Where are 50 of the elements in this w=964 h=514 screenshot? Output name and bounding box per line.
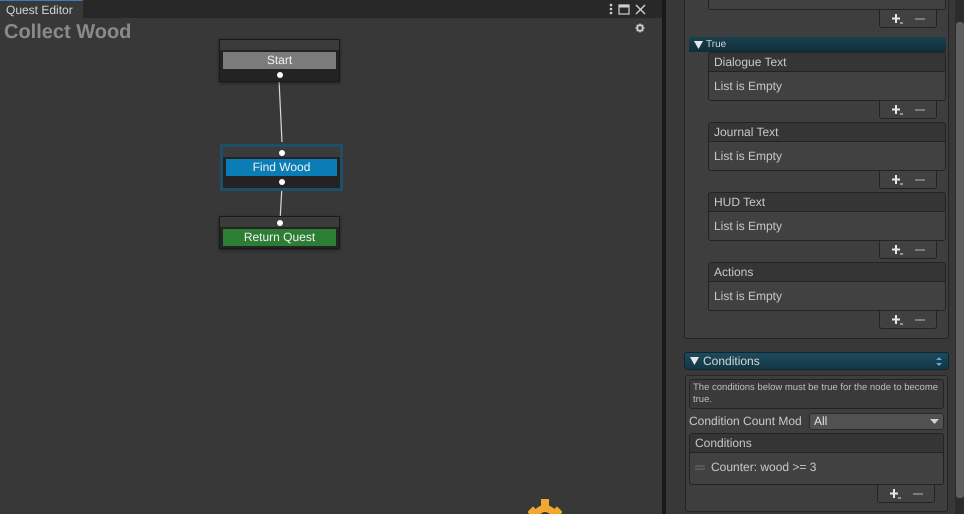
- remove-icon[interactable]: [914, 16, 925, 20]
- window-tab[interactable]: Quest Editor: [0, 0, 83, 18]
- list-header: Journal Text: [708, 122, 946, 142]
- add-icon[interactable]: [891, 174, 904, 185]
- remove-icon[interactable]: [912, 492, 923, 496]
- add-icon[interactable]: [889, 488, 902, 499]
- foldout-label: True: [706, 38, 726, 52]
- remove-icon[interactable]: [914, 318, 925, 322]
- list-body: List is Empty: [708, 142, 946, 171]
- remove-icon[interactable]: [914, 108, 925, 112]
- graph-node[interactable]: Find Wood: [220, 144, 343, 191]
- maximize-icon[interactable]: [618, 4, 630, 14]
- list-header: Conditions: [689, 433, 944, 453]
- graph-node[interactable]: Start: [219, 39, 340, 82]
- field-label: Condition Count Mod: [689, 413, 803, 430]
- output-port[interactable]: [276, 72, 282, 78]
- add-icon[interactable]: [891, 314, 904, 325]
- output-port[interactable]: [278, 179, 284, 185]
- scrollbar[interactable]: [955, 0, 964, 514]
- expanded-arrow-icon[interactable]: [690, 356, 699, 366]
- graph-title: Collect Wood: [4, 20, 132, 44]
- add-icon[interactable]: [891, 104, 904, 115]
- drag-handle-icon[interactable]: [695, 464, 705, 470]
- more-icon[interactable]: [609, 3, 613, 15]
- list-body: List is Empty: [708, 282, 946, 311]
- node-title: Return Quest: [223, 229, 336, 246]
- settings-icon[interactable]: [635, 23, 645, 33]
- remove-icon[interactable]: [914, 178, 925, 182]
- list-body: List is Empty: [708, 212, 946, 241]
- list-item[interactable]: Counter: wood >= 3: [711, 453, 816, 481]
- connection-line: [278, 80, 284, 142]
- node-title: Find Wood: [226, 159, 337, 176]
- list-header: Dialogue Text: [708, 52, 946, 72]
- foldout-header[interactable]: True: [689, 37, 946, 52]
- add-icon[interactable]: [891, 244, 904, 255]
- help-text: The conditions below must be true for the node to become true.: [689, 379, 944, 409]
- close-icon[interactable]: [635, 4, 646, 14]
- dropdown-caret-icon: [930, 418, 939, 424]
- foldout-label: Conditions: [703, 353, 760, 370]
- node-title: Start: [223, 52, 336, 69]
- list-header: HUD Text: [708, 192, 946, 212]
- add-icon[interactable]: [891, 13, 904, 24]
- foldout-header[interactable]: Conditions: [684, 352, 949, 370]
- sort-icon: [935, 356, 943, 366]
- list-body: List is Empty: [708, 72, 946, 101]
- expanded-arrow-icon[interactable]: [694, 40, 703, 50]
- list-header: Actions: [708, 262, 946, 282]
- remove-icon[interactable]: [914, 248, 925, 252]
- graph-node[interactable]: Return Quest: [219, 216, 340, 249]
- count-mode-dropdown[interactable]: All: [809, 412, 944, 430]
